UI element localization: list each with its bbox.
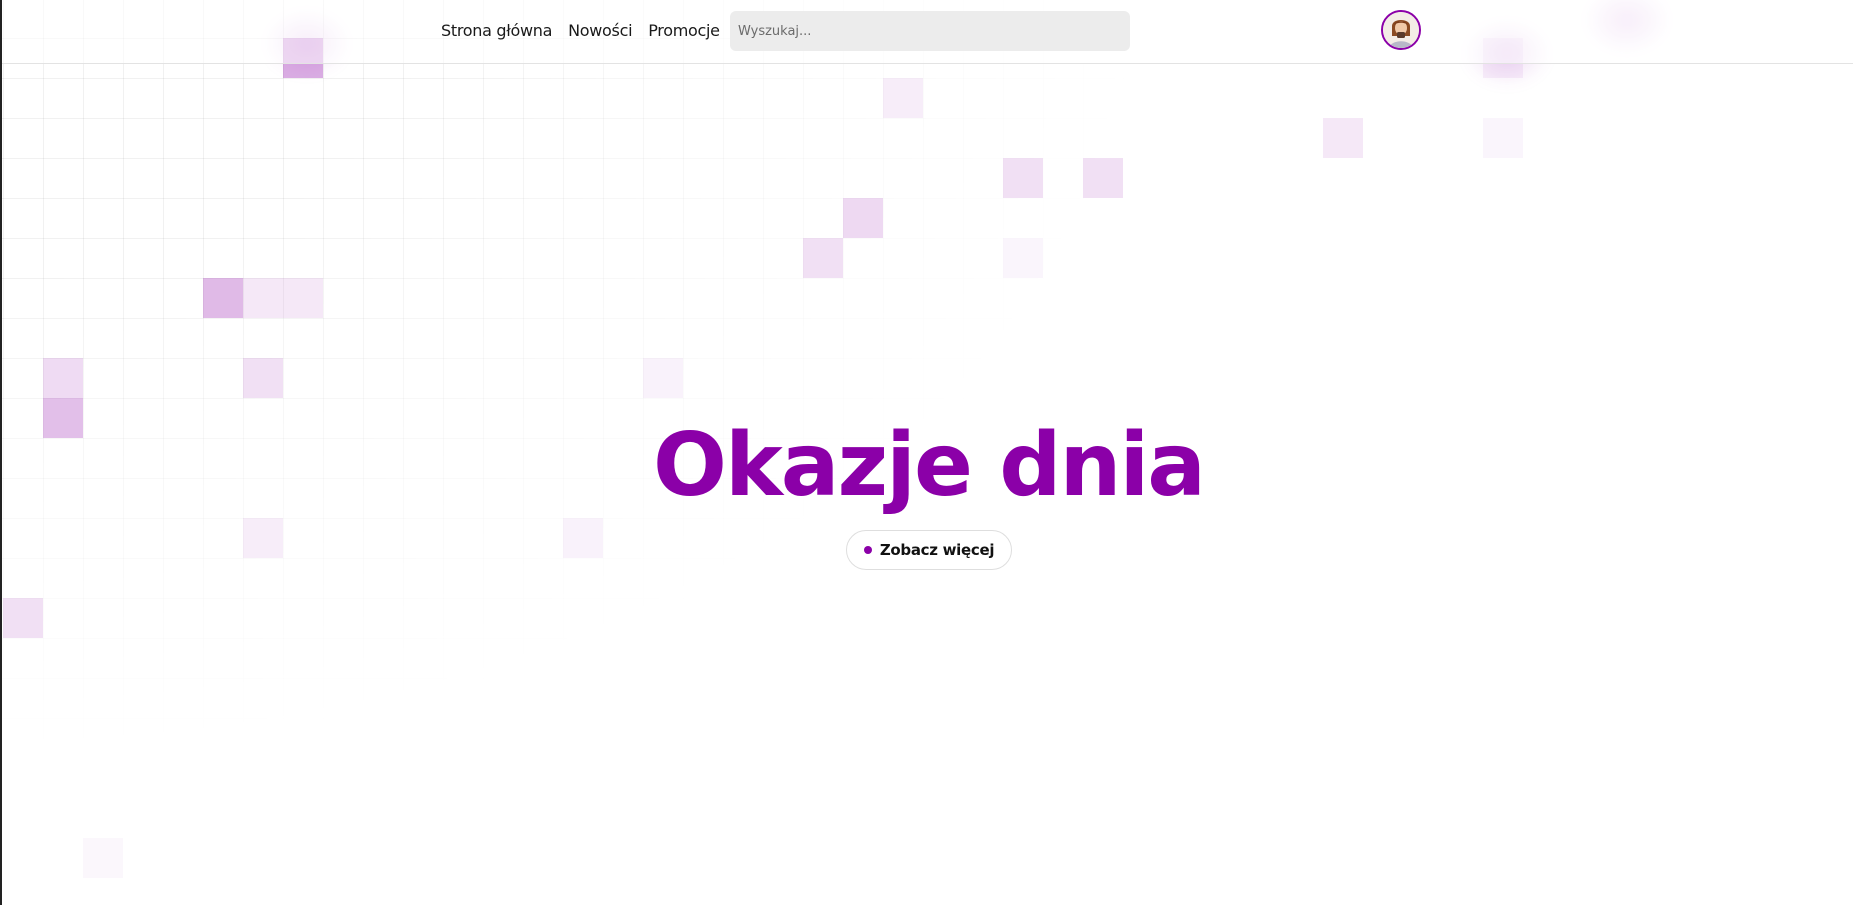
see-more-label: Zobacz więcej xyxy=(879,541,995,559)
main-nav: Strona główna Nowości Promocje xyxy=(441,21,720,40)
dot-icon xyxy=(863,546,872,554)
page: Strona główna Nowości Promocje Okazje dn… xyxy=(0,0,1853,905)
user-avatar-icon xyxy=(1383,12,1419,48)
see-more-button[interactable]: Zobacz więcej xyxy=(846,530,1012,570)
search-input[interactable] xyxy=(730,11,1130,51)
hero-title: Okazje dnia xyxy=(652,414,1206,516)
user-avatar[interactable] xyxy=(1381,10,1421,50)
top-navbar: Strona główna Nowości Promocje xyxy=(2,0,1853,64)
nav-link-new[interactable]: Nowości xyxy=(568,21,632,40)
nav-link-promotions[interactable]: Promocje xyxy=(648,21,720,40)
nav-link-home[interactable]: Strona główna xyxy=(441,21,552,40)
